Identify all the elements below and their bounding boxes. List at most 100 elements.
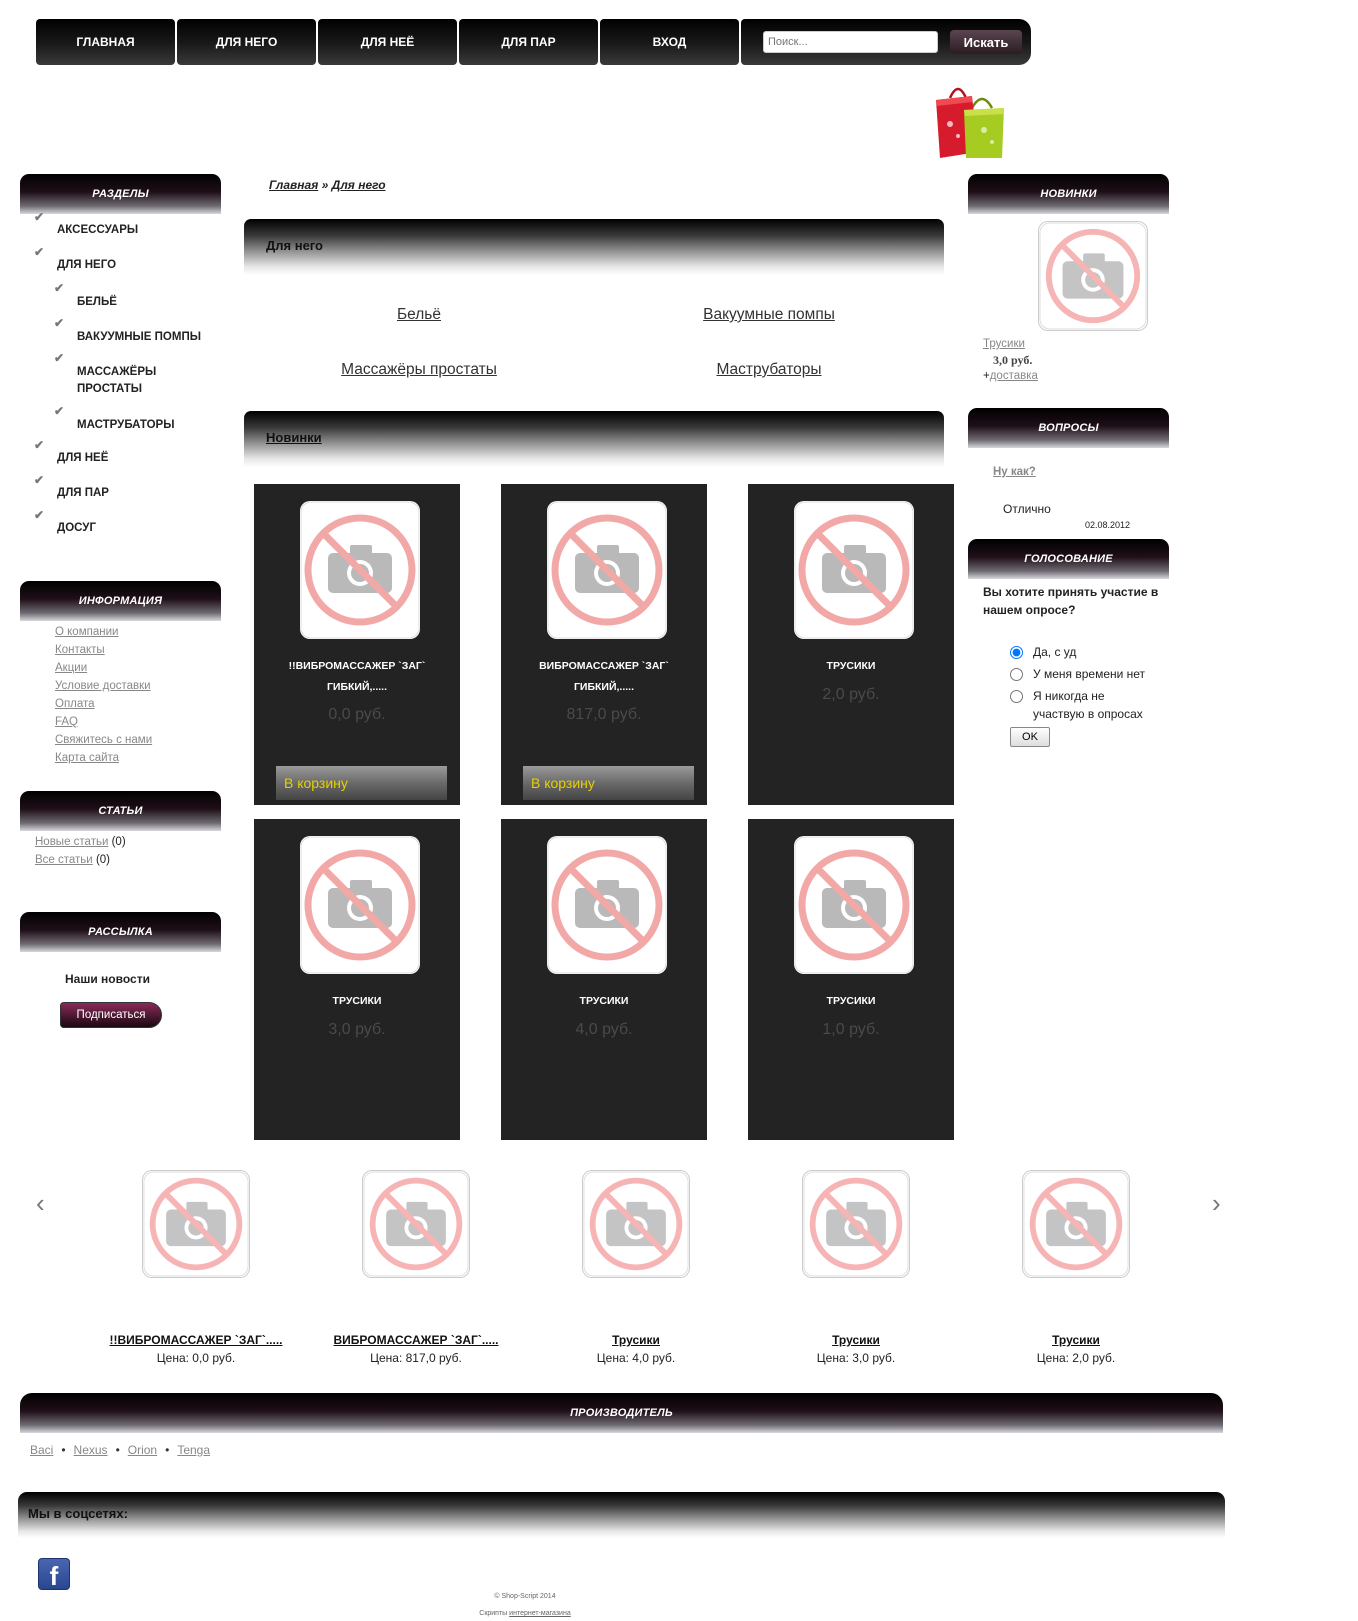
question-row: Ну как? (968, 448, 1169, 478)
no-photo-icon[interactable] (142, 1170, 250, 1278)
nav-for-him[interactable]: Для него (177, 19, 316, 65)
breadcrumb-current[interactable]: Для него (332, 178, 386, 192)
product-price: 2,0 руб. (822, 686, 880, 703)
product-name[interactable]: !!ВИБРОМАССАЖЕР `ЗАГ` ГИБКИЙ,..... (254, 656, 460, 698)
subcategory-prostate-massagers[interactable]: Массажёры простаты (244, 342, 594, 397)
poll-option[interactable]: У меня времени нет (1010, 665, 1169, 683)
question-link[interactable]: Ну как? (993, 466, 1036, 478)
carousel-item[interactable]: ВИБРОМАССАЖЕР `ЗАГ`..... Цена: 817,0 руб… (316, 1170, 516, 1365)
no-photo-icon[interactable] (582, 1170, 690, 1278)
add-to-cart-button[interactable]: В корзину (276, 766, 447, 800)
checkmark-icon: ✔ (34, 245, 45, 259)
no-photo-icon[interactable] (1022, 1170, 1130, 1278)
poll-option[interactable]: Да, с уд (1010, 643, 1169, 661)
info-link-promos[interactable]: Акции (55, 659, 221, 677)
carousel-item-link[interactable]: Трусики (1052, 1333, 1100, 1347)
category-underwear[interactable]: ✔ Бельё (20, 281, 221, 323)
category-for-couples[interactable]: ✔ Для пар (20, 473, 221, 516)
poll-radio[interactable] (1010, 668, 1023, 681)
subcategory-underwear[interactable]: Бельё (244, 287, 594, 342)
info-link-contacts[interactable]: Контакты (55, 641, 221, 659)
new-item-price: 3,0 руб. (993, 353, 1033, 367)
answer-date: 02.08.2012 (1085, 520, 1131, 530)
facebook-icon[interactable]: f (38, 1558, 70, 1591)
category-prostate-massagers[interactable]: ✔ Массажёры простаты (20, 351, 221, 411)
carousel-item-link[interactable]: Трусики (612, 1333, 660, 1347)
articles-header: Статьи (20, 791, 221, 831)
checkmark-icon: ✔ (34, 473, 45, 487)
no-photo-icon (300, 501, 420, 639)
new-item-link[interactable]: Трусики (983, 338, 1025, 350)
nav-login[interactable]: Вход (600, 19, 739, 65)
no-photo-icon[interactable] (802, 1170, 910, 1278)
product-name[interactable]: ВИБРОМАССАЖЕР `ЗАГ` ГИБКИЙ,..... (501, 656, 707, 698)
info-link-contact-us[interactable]: Свяжитесь с нами (55, 731, 221, 749)
poll-radio[interactable] (1010, 690, 1023, 703)
info-link-payment[interactable]: Оплата (55, 695, 221, 713)
product-card[interactable]: ВИБРОМАССАЖЕР `ЗАГ` ГИБКИЙ,..... 817,0 р… (501, 484, 707, 805)
poll-option[interactable]: Я никогда не участвую в опросах (1010, 687, 1169, 723)
breadcrumb-home[interactable]: Главная (269, 178, 318, 192)
poll-ok-button[interactable]: OK (1010, 727, 1050, 747)
carousel-item-link[interactable]: Трусики (832, 1333, 880, 1347)
subscribe-button[interactable]: Подписаться (60, 1002, 162, 1028)
category-leisure[interactable]: ✔ Досуг (20, 508, 221, 551)
info-link-delivery[interactable]: Условие доставки (55, 677, 221, 695)
product-card[interactable]: ТРУСИКИ 2,0 руб. (748, 484, 954, 805)
carousel-item-price: Цена: 0,0 руб. (156, 1351, 236, 1365)
separator-dot: • (61, 1443, 66, 1457)
product-card[interactable]: ТРУСИКИ 1,0 руб. (748, 819, 954, 1140)
carousel-item-price: Цена: 2,0 руб. (1036, 1351, 1116, 1365)
new-products-link[interactable]: Новинки (266, 430, 322, 445)
category-vacuum-pumps[interactable]: ✔ Вакуумные помпы (20, 316, 221, 358)
product-card[interactable]: !!ВИБРОМАССАЖЕР `ЗАГ` ГИБКИЙ,..... 0,0 р… (254, 484, 460, 805)
articles-all-link[interactable]: Все статьи (35, 854, 93, 866)
checkmark-icon: ✔ (34, 508, 45, 522)
brand-nexus[interactable]: Nexus (74, 1443, 108, 1457)
product-card[interactable]: ТРУСИКИ 3,0 руб. (254, 819, 460, 1140)
brand-baci[interactable]: Baci (30, 1443, 53, 1457)
social-header: Мы в соцсетях: (18, 1492, 1225, 1538)
info-link-faq[interactable]: FAQ (55, 713, 221, 731)
product-name[interactable]: ТРУСИКИ (748, 656, 954, 677)
product-name[interactable]: ТРУСИКИ (748, 991, 954, 1012)
articles-new-link[interactable]: Новые статьи (35, 836, 108, 848)
add-to-cart-button[interactable]: В корзину (523, 766, 694, 800)
search-button[interactable]: Искать (950, 30, 1022, 54)
carousel-item[interactable]: Трусики Цена: 3,0 руб. (756, 1170, 956, 1365)
product-name[interactable]: ТРУСИКИ (501, 991, 707, 1012)
brand-orion[interactable]: Orion (128, 1443, 157, 1457)
separator-dot: • (165, 1443, 170, 1457)
brand-tenga[interactable]: Tenga (177, 1443, 210, 1457)
category-for-her[interactable]: ✔ Для неё (20, 438, 221, 481)
delivery-link[interactable]: доставка (990, 370, 1038, 382)
product-name[interactable]: ТРУСИКИ (254, 991, 460, 1012)
info-link-about[interactable]: О компании (55, 623, 221, 641)
footer-scripts-link[interactable]: интернет-магазина (509, 1610, 571, 1617)
nav-home[interactable]: Главная (36, 19, 175, 65)
subcategory-masturbators[interactable]: Маструбаторы (594, 342, 944, 397)
product-card[interactable]: ТРУСИКИ 4,0 руб. (501, 819, 707, 1140)
poll-radio[interactable] (1010, 646, 1023, 659)
carousel-item[interactable]: !!ВИБРОМАССАЖЕР `ЗАГ`..... Цена: 0,0 руб… (96, 1170, 296, 1365)
questions-header: Вопросы (968, 408, 1169, 448)
chevron-left-icon[interactable]: ‹ (36, 1188, 45, 1219)
newsletter-text: Наши новости (65, 972, 150, 986)
product-price: 0,0 руб. (328, 706, 386, 723)
category-accessories[interactable]: ✔ Аксессуары (20, 210, 221, 253)
subcategory-vacuum-pumps[interactable]: Вакуумные помпы (594, 287, 944, 342)
carousel-item[interactable]: Трусики Цена: 2,0 руб. (976, 1170, 1176, 1365)
search-input[interactable] (763, 31, 938, 53)
carousel-item[interactable]: Трусики Цена: 4,0 руб. (536, 1170, 736, 1365)
nav-for-couples[interactable]: Для пар (459, 19, 598, 65)
checkmark-icon: ✔ (54, 404, 65, 418)
category-for-him[interactable]: ✔ Для него (20, 245, 221, 288)
category-masturbators[interactable]: ✔ Маструбаторы (20, 404, 221, 446)
nav-for-her[interactable]: Для неё (318, 19, 457, 65)
chevron-right-icon[interactable]: › (1212, 1188, 1221, 1219)
carousel-item-link[interactable]: !!ВИБРОМАССАЖЕР `ЗАГ`..... (110, 1333, 283, 1347)
no-photo-icon[interactable] (1038, 221, 1148, 331)
info-link-sitemap[interactable]: Карта сайта (55, 749, 221, 767)
no-photo-icon[interactable] (362, 1170, 470, 1278)
carousel-item-link[interactable]: ВИБРОМАССАЖЕР `ЗАГ`..... (334, 1333, 499, 1347)
